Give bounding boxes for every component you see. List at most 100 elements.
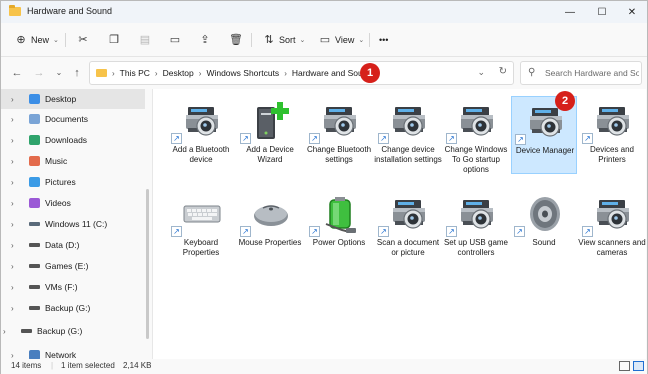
sidebar-item[interactable]: › Videos [1, 193, 145, 213]
selection-status: 1 item selected [61, 361, 115, 370]
item-label: Change Windows To Go startup options [444, 145, 508, 174]
close-button[interactable]: ✕ [617, 1, 647, 23]
chevron-right-icon[interactable]: › [3, 327, 15, 336]
command-bar: ⊕ New ⌄ ✂ ❐ ▤ ▭ ⇪ 🗑 ⇅ Sort ⌄ ▭ View ⌄ ••… [1, 23, 647, 57]
rename-button[interactable]: ▭ [169, 31, 181, 49]
printer-camera-icon [324, 107, 356, 136]
breadcrumb-windows-shortcuts[interactable]: Windows Shortcuts [206, 68, 279, 78]
view-button[interactable]: ▭ View ⌄ [319, 31, 364, 49]
sidebar-item[interactable]: › Desktop [1, 89, 145, 109]
view-label: View [335, 35, 355, 45]
up-button[interactable]: ↑ [69, 65, 85, 81]
sidebar-item-label: Windows 11 (C:) [45, 219, 108, 229]
chevron-right-icon[interactable]: › [11, 262, 23, 271]
item-tile[interactable]: ↗ Scan a document or picture [375, 189, 441, 267]
sidebar-item[interactable]: › Pictures [1, 172, 145, 192]
chevron-right-icon[interactable]: › [11, 178, 23, 187]
item-label: Change Bluetooth settings [306, 145, 372, 164]
rename-icon: ▭ [169, 34, 181, 46]
chevron-right-icon[interactable]: › [11, 283, 23, 292]
item-tile[interactable]: ↗ Change Bluetooth settings [306, 96, 372, 174]
sidebar-item[interactable]: › Documents [1, 109, 145, 129]
scissors-icon: ✂ [78, 34, 88, 46]
pictures-icon [29, 177, 40, 187]
recent-locations-button[interactable]: ⌄ [51, 65, 67, 81]
item-tile[interactable]: ↗ Add a Device Wizard [237, 96, 303, 174]
breadcrumb: › This PC › Desktop › Windows Shortcuts … [112, 68, 372, 78]
sidebar-item[interactable]: › Downloads [1, 130, 145, 150]
sidebar-item-label: Backup (G:) [37, 326, 83, 336]
more-options-button[interactable]: ••• [379, 31, 388, 49]
printer-camera-icon [461, 200, 493, 229]
address-dropdown-icon[interactable]: ⌄ [477, 67, 485, 78]
sidebar-item-label: Pictures [45, 177, 76, 187]
minimize-button[interactable]: — [555, 1, 585, 23]
chevron-right-icon[interactable]: › [11, 241, 23, 250]
maximize-button[interactable]: ☐ [587, 1, 617, 23]
more-icon: ••• [379, 35, 389, 45]
chevron-right-icon[interactable]: › [11, 157, 23, 166]
clipboard-icon: ▤ [139, 34, 151, 46]
address-bar[interactable]: › This PC › Desktop › Windows Shortcuts … [89, 61, 514, 85]
chevron-down-icon: ⌄ [358, 37, 365, 44]
item-tile[interactable]: ↗ View scanners and cameras [578, 189, 646, 267]
breadcrumb-this-pc[interactable]: This PC [120, 68, 150, 78]
shortcut-arrow-icon: ↗ [378, 133, 389, 144]
chevron-right-icon[interactable]: › [11, 220, 23, 229]
item-tile[interactable]: ↗ Change device installation settings [374, 96, 442, 174]
item-tile[interactable]: ↗ Set up USB game controllers [443, 189, 509, 267]
chevron-right-icon[interactable]: › [11, 95, 23, 104]
sidebar-item[interactable]: › Games (E:) [1, 256, 145, 276]
chevron-right-icon: › [112, 68, 115, 78]
refresh-icon[interactable]: ↻ [499, 66, 507, 77]
sidebar-item[interactable]: › Music [1, 151, 145, 171]
sort-button[interactable]: ⇅ Sort ⌄ [263, 31, 305, 49]
sidebar-item-label: VMs (F:) [45, 282, 78, 292]
item-tile[interactable]: ↗ Change Windows To Go startup options [443, 96, 509, 174]
shortcut-arrow-icon: ↗ [171, 133, 182, 144]
new-button[interactable]: ⊕ New ⌄ [15, 31, 59, 49]
item-tile[interactable]: ↗ Power Options [306, 189, 372, 267]
plus-circle-icon: ⊕ [16, 34, 26, 46]
paste-button[interactable]: ▤ [139, 31, 151, 49]
chevron-right-icon[interactable]: › [11, 115, 23, 124]
chevron-right-icon[interactable]: › [11, 136, 23, 145]
keyboard-icon [183, 205, 221, 223]
sidebar-item[interactable]: › Backup (G:) [1, 298, 145, 318]
back-button[interactable]: ← [9, 65, 25, 81]
shortcut-arrow-icon: ↗ [446, 226, 457, 237]
sidebar-item[interactable]: › VMs (F:) [1, 277, 145, 297]
sidebar-item[interactable]: › Windows 11 (C:) [1, 214, 145, 234]
printer-camera-icon [393, 107, 425, 136]
items-view: ↗ Add a Bluetooth device ↗ Add a Device Wiz… [152, 89, 646, 359]
sidebar-item[interactable]: › Network [1, 345, 145, 359]
speaker-icon [530, 197, 560, 231]
chevron-right-icon[interactable]: › [11, 199, 23, 208]
sidebar-item[interactable]: › Data (D:) [1, 235, 145, 255]
item-tile[interactable]: ↗ Mouse Properties [237, 189, 303, 267]
search-input[interactable]: ⚲ Search Hardware and So... [520, 61, 642, 85]
delete-button[interactable]: 🗑 [229, 31, 243, 49]
item-tile[interactable]: ↗ Devices and Printers [579, 96, 645, 174]
item-label: Add a Device Wizard [246, 145, 294, 164]
details-view-icon[interactable] [619, 361, 630, 371]
item-tile[interactable]: ↗ Keyboard Properties [168, 189, 234, 267]
item-label: Power Options [312, 238, 366, 247]
item-tile[interactable]: ↗ Add a Bluetooth device [168, 96, 234, 174]
tiles-view-icon[interactable] [633, 361, 644, 371]
trash-icon: 🗑 [229, 34, 243, 46]
share-button[interactable]: ⇪ [199, 31, 211, 49]
item-tile[interactable]: ↗ Sound [511, 189, 577, 267]
network-icon [29, 350, 40, 359]
device-wizard-icon [257, 102, 289, 139]
breadcrumb-desktop[interactable]: Desktop [163, 68, 194, 78]
forward-button[interactable]: → [31, 65, 47, 81]
scrollbar[interactable] [146, 189, 149, 339]
downloads-icon [29, 135, 40, 145]
chevron-right-icon[interactable]: › [11, 304, 23, 313]
sidebar-item[interactable]: › Backup (G:) [1, 321, 137, 341]
chevron-right-icon[interactable]: › [11, 351, 23, 360]
copy-button[interactable]: ❐ [108, 31, 120, 49]
chevron-right-icon: › [284, 68, 287, 78]
cut-button[interactable]: ✂ [77, 31, 89, 49]
